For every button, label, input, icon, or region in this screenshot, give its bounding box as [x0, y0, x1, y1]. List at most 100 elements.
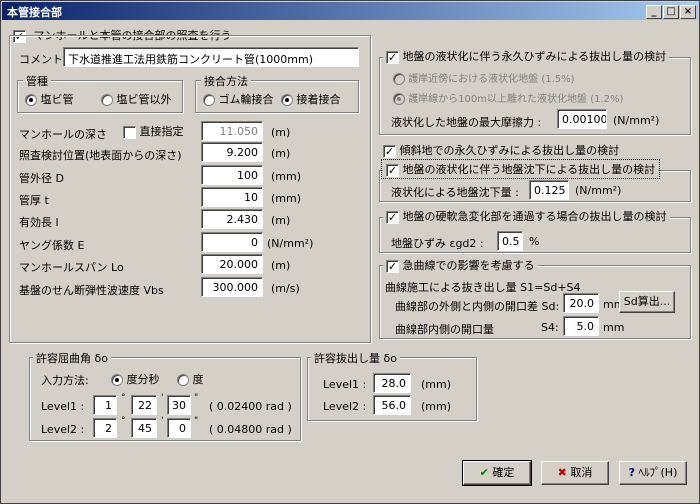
radio-icon[interactable] — [281, 94, 293, 106]
sd-label: 曲線部の外側と内側の開口差 Sd: — [395, 300, 560, 313]
sec-mark: " — [194, 393, 199, 403]
settlement-label: 地盤の液状化に伴う地盤沈下による抜出し量の検討 — [402, 163, 656, 176]
window-title: 本管接合部 — [7, 6, 62, 19]
liquefaction-check-row[interactable]: ✓ 地盤の液状化に伴う永久ひずみによる抜出し量の検討 — [383, 48, 670, 64]
angle-level2-deg[interactable]: 2 — [93, 418, 117, 438]
cancel-button[interactable]: ✖ 取消 — [541, 461, 609, 485]
sd-calc-button[interactable]: Sd算出... — [619, 291, 675, 313]
radio-icon[interactable] — [393, 93, 405, 105]
radio-icon[interactable] — [101, 94, 113, 106]
thickness-input[interactable]: 10 — [201, 187, 263, 207]
joint-method-title: 接合方法 — [201, 73, 251, 89]
radio-icon[interactable] — [25, 94, 37, 106]
effective-length-label: 有効長 l — [19, 216, 59, 229]
option-label: 度分秒 — [126, 373, 160, 386]
settlement-value-label: 液状化による地盤沈下量 : — [391, 186, 519, 199]
shear-wave-unit: (m/s) — [271, 282, 300, 295]
min-mark: ' — [161, 393, 164, 403]
comment-input[interactable]: 下水道推進工法用鉄筋コンクリート管(1000mm) — [63, 47, 359, 67]
pull-level2-unit: (mm) — [421, 400, 452, 413]
angle-level2-min[interactable]: 45 — [131, 418, 157, 438]
deg-mark: ° — [121, 416, 126, 426]
young-modulus-input[interactable]: 0 — [201, 232, 263, 252]
thickness-unit: (mm) — [271, 192, 302, 205]
ok-button[interactable]: ✔ 確定 — [462, 460, 532, 486]
manhole-span-label: マンホールスパン Lo — [19, 261, 124, 274]
s4-input[interactable]: 5.0 — [563, 316, 599, 336]
settlement-input[interactable]: 0.125 — [529, 180, 569, 200]
pipe-type-option-1[interactable]: 塩ビ管以外 — [101, 91, 172, 107]
help-button[interactable]: ? ﾍﾙﾌﾟ(H) — [619, 461, 687, 485]
hardness-value-label: 地盤ひずみ εgd2 : — [391, 237, 484, 250]
pull-level1-unit: (mm) — [421, 378, 452, 391]
settlement-checkbox[interactable]: ✓ — [386, 163, 399, 177]
deg-mark: ° — [121, 393, 126, 403]
settlement-check-row[interactable]: ✓ 地盤の液状化に伴う地盤沈下による抜出し量の検討 — [380, 159, 661, 179]
angle-level1-deg[interactable]: 1 — [93, 395, 117, 415]
curve-formula: 曲線施工による抜き出し量 S1=Sd+S4 — [385, 281, 581, 294]
help-label: ﾍﾙﾌﾟ(H) — [638, 466, 678, 479]
joint-method-option-1[interactable]: 接着接合 — [281, 91, 341, 107]
radio-icon[interactable] — [111, 374, 123, 386]
settlement-unit: (N/mm²) — [575, 184, 622, 197]
liquefaction-option-0[interactable]: 護岸近傍における液状化地盤 (1.5%) — [393, 70, 575, 85]
hardness-input[interactable]: 0.5 — [497, 231, 523, 251]
angle-option-1[interactable]: 度 — [177, 371, 204, 387]
s4-short-label: S4: — [541, 321, 559, 334]
direct-spec-checkbox[interactable] — [123, 125, 136, 139]
sd-input[interactable]: 20.0 — [563, 293, 599, 313]
friction-label: 液状化した地盤の最大摩擦力 : — [391, 116, 542, 129]
check-position-input[interactable]: 9.200 — [201, 142, 263, 162]
angle-level2-sec[interactable]: 0 — [167, 418, 191, 438]
outer-diameter-input[interactable]: 100 — [201, 165, 263, 185]
pull-level1-input[interactable]: 28.0 — [373, 373, 411, 393]
radio-icon[interactable] — [393, 73, 405, 85]
radio-icon[interactable] — [203, 94, 215, 106]
manhole-span-input[interactable]: 20.000 — [201, 254, 263, 274]
angle-level1-label: Level1 : — [41, 400, 85, 413]
radio-icon[interactable] — [177, 374, 189, 386]
liquefaction-option-1[interactable]: 護岸線から100m以上離れた液状化地盤 (1.2%) — [393, 90, 623, 105]
angle-level1-rad: ( 0.02400 rad ) — [209, 400, 292, 413]
curve-label: 急曲線での影響を考慮する — [402, 259, 535, 272]
friction-unit: (N/mm²) — [613, 114, 660, 127]
angle-level1-min[interactable]: 22 — [131, 395, 157, 415]
close-button[interactable]: × — [680, 5, 696, 19]
comment-label: コメント: — [19, 53, 67, 66]
title-bar[interactable]: 本管接合部 _ □ × — [2, 2, 698, 20]
question-icon: ? — [628, 466, 636, 479]
friction-input[interactable]: 0.00100 — [557, 109, 607, 129]
direct-spec-row[interactable]: 直接指定 — [123, 123, 184, 139]
option-label: ゴム輪接合 — [218, 93, 274, 106]
shear-wave-label: 基盤のせん断弾性波速度 Vbs — [19, 284, 164, 297]
direct-spec-label: 直接指定 — [139, 125, 184, 138]
shear-wave-input[interactable]: 300.000 — [201, 277, 263, 297]
option-label: 護岸近傍における液状化地盤 (1.5%) — [408, 74, 575, 85]
angle-option-0[interactable]: 度分秒 — [111, 371, 160, 387]
angle-level2-label: Level2 : — [41, 423, 85, 436]
effective-length-input[interactable]: 2.430 — [201, 209, 263, 229]
slope-check-row[interactable]: ✓ 傾斜地での永久ひずみによる抜出し量の検討 — [383, 142, 619, 158]
joint-method-option-0[interactable]: ゴム輪接合 — [203, 91, 274, 107]
pipe-type-option-0[interactable]: 塩ビ管 — [25, 91, 74, 107]
hardness-unit: % — [529, 235, 540, 248]
angle-level2-rad: ( 0.04800 rad ) — [209, 423, 292, 436]
hardness-check-row[interactable]: ✓ 地盤の硬軟急変化部を通過する場合の抜出し量の検討 — [383, 208, 670, 224]
curve-checkbox[interactable]: ✓ — [386, 259, 399, 273]
manhole-depth-input[interactable]: 11.050 — [201, 121, 263, 141]
pull-level2-input[interactable]: 56.0 — [373, 395, 411, 415]
hardness-label: 地盤の硬軟急変化部を通過する場合の抜出し量の検討 — [402, 210, 667, 223]
allow-angle-title: 許容屈曲角 δo — [33, 350, 111, 366]
hardness-checkbox[interactable]: ✓ — [386, 210, 399, 224]
liquefaction-checkbox[interactable]: ✓ — [386, 50, 399, 64]
minimize-button[interactable]: _ — [646, 5, 662, 19]
sec-mark: " — [194, 416, 199, 426]
angle-level1-sec[interactable]: 30 — [167, 395, 191, 415]
thickness-label: 管厚 t — [19, 194, 49, 207]
young-modulus-label: ヤング係数 E — [19, 239, 85, 252]
dialog-window: 本管接合部 _ □ × ✓ マンホールと本管の接合部の照査を行う コメント: 下… — [0, 0, 700, 504]
option-label: 塩ビ管以外 — [116, 93, 172, 106]
slope-checkbox[interactable]: ✓ — [383, 144, 396, 158]
maximize-button[interactable]: □ — [663, 5, 679, 19]
curve-check-row[interactable]: ✓ 急曲線での影響を考慮する — [383, 257, 538, 273]
